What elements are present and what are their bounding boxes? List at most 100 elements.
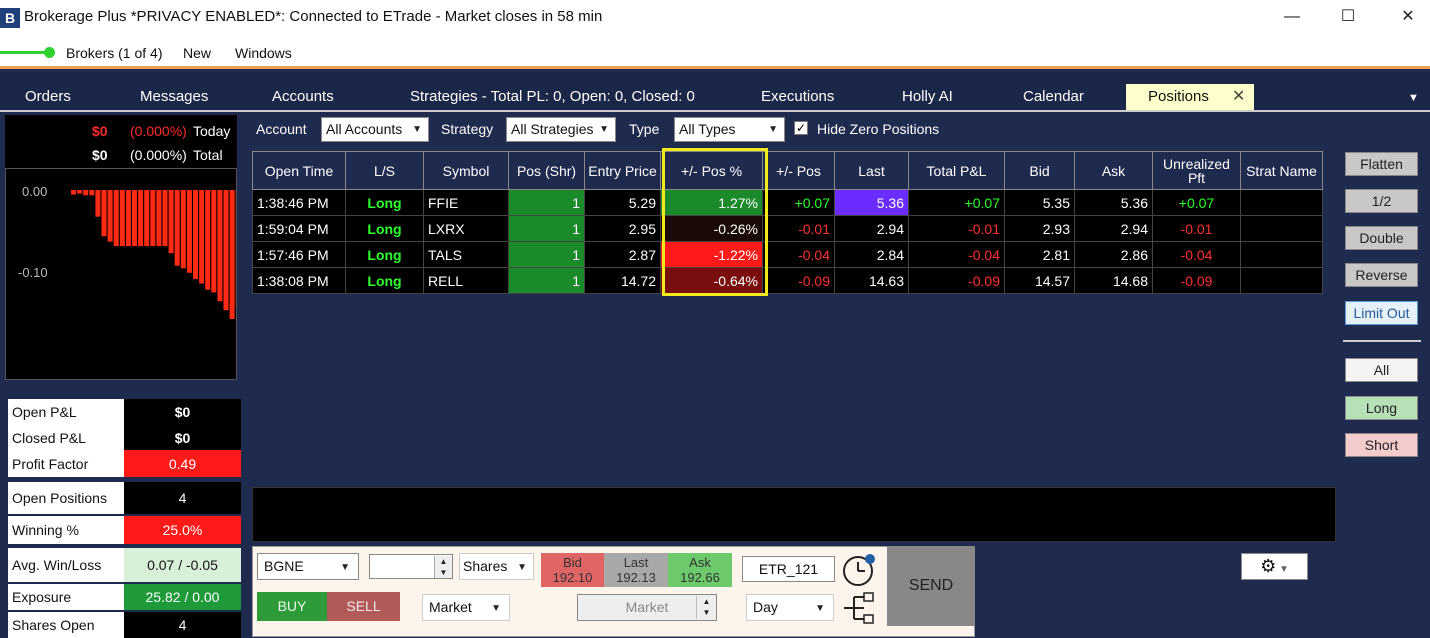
tab-orders[interactable]: Orders [25, 88, 71, 105]
cell-unreal: -0.01 [1153, 216, 1241, 242]
close-tab-icon[interactable]: ✕ [1232, 86, 1245, 106]
filter-long-button[interactable]: Long [1345, 396, 1418, 420]
account-select[interactable]: All Accounts▼ [321, 117, 429, 142]
pl-bar [187, 190, 192, 273]
quantity-stepper[interactable]: ▲▼ [369, 554, 453, 579]
order-type-select[interactable]: Market▼ [422, 594, 510, 621]
col-ask[interactable]: Ask [1075, 152, 1153, 190]
table-row[interactable]: 1:57:46 PMLongTALS12.87-1.22%-0.042.84-0… [253, 242, 1323, 268]
col-unrealized-pft[interactable]: Unrealized Pft [1153, 152, 1241, 190]
pl-bar [126, 190, 131, 246]
cell-total-pl: -0.04 [909, 242, 1005, 268]
price-value: Market [626, 599, 669, 615]
type-select[interactable]: All Types▼ [674, 117, 785, 142]
cell-total-pl: +0.07 [909, 190, 1005, 216]
tab-messages[interactable]: Messages [140, 88, 208, 105]
stat-label: Profit Factor [8, 450, 124, 477]
cell-unreal: -0.09 [1153, 268, 1241, 294]
cell-ask: 14.68 [1075, 268, 1153, 294]
tab-strategies[interactable]: Strategies - Total PL: 0, Open: 0, Close… [410, 88, 695, 105]
units-select[interactable]: Shares▼ [459, 553, 534, 580]
send-button[interactable]: SEND [887, 546, 975, 626]
tab-positions[interactable]: Positions ✕ [1126, 84, 1254, 110]
col-total-pl[interactable]: Total P&L [909, 152, 1005, 190]
stepper-arrows-icon[interactable]: ▲▼ [434, 556, 452, 578]
cell-strat [1241, 190, 1323, 216]
buy-button[interactable]: BUY [257, 592, 327, 621]
cell-pos-pct: -1.22% [661, 242, 763, 268]
pl-bar [181, 190, 186, 268]
col-pos-pct[interactable]: +/- Pos % [661, 152, 763, 190]
pl-bar [217, 190, 222, 301]
cell-pos: 1 [509, 216, 585, 242]
menu-brokers[interactable]: Brokers (1 of 4) [66, 45, 162, 61]
bracket-order-icon[interactable] [842, 591, 876, 625]
menu-new[interactable]: New [183, 45, 211, 61]
filter-all-button[interactable]: All [1345, 358, 1418, 382]
col-symbol[interactable]: Symbol [424, 152, 509, 190]
cell-unreal: -0.04 [1153, 242, 1241, 268]
cell-ask: 5.36 [1075, 190, 1153, 216]
pl-chart-svg: 0.00 -0.10 [6, 169, 236, 379]
clock-icon[interactable] [842, 553, 876, 587]
ask-quote[interactable]: Ask 192.66 [668, 553, 732, 587]
flatten-button[interactable]: Flatten [1345, 152, 1418, 176]
col-last[interactable]: Last [835, 152, 909, 190]
pl-bar [89, 190, 94, 195]
cell-unreal: +0.07 [1153, 190, 1241, 216]
message-box [252, 487, 1336, 542]
col-strat-name[interactable]: Strat Name [1241, 152, 1323, 190]
pl-bar [163, 190, 168, 246]
account-select-value: All Accounts [326, 121, 402, 137]
account-field[interactable]: ETR_121 [742, 556, 835, 582]
col-pos-shr[interactable]: Pos (Shr) [509, 152, 585, 190]
col-open-time[interactable]: Open Time [253, 152, 346, 190]
col-pos-change[interactable]: +/- Pos [763, 152, 835, 190]
col-entry-price[interactable]: Entry Price [585, 152, 661, 190]
symbol-input[interactable]: BGNE▼ [257, 553, 359, 580]
chevron-down-icon: ▼ [340, 562, 350, 573]
tab-holly-ai[interactable]: Holly AI [902, 88, 953, 105]
minimize-icon[interactable]: — [1281, 6, 1303, 28]
bid-price: 192.10 [541, 570, 604, 585]
price-stepper[interactable]: Market ▲▼ [577, 594, 717, 621]
positions-table: Open Time L/S Symbol Pos (Shr) Entry Pri… [252, 151, 1323, 294]
col-bid[interactable]: Bid [1005, 152, 1075, 190]
hide-zero-label: Hide Zero Positions [817, 121, 939, 137]
col-ls[interactable]: L/S [346, 152, 424, 190]
tab-executions[interactable]: Executions [761, 88, 834, 105]
stepper-arrows-icon[interactable]: ▲▼ [696, 596, 716, 619]
sell-button[interactable]: SELL [327, 592, 400, 621]
cell-entry: 5.29 [585, 190, 661, 216]
close-icon[interactable]: ✕ [1397, 6, 1419, 28]
stat-row: Exposure25.82 / 0.00 [8, 584, 241, 610]
stat-label: Avg. Win/Loss [8, 548, 124, 582]
bid-quote[interactable]: Bid 192.10 [541, 553, 604, 587]
reverse-button[interactable]: Reverse [1345, 263, 1418, 287]
cell-open-time: 1:38:46 PM [253, 190, 346, 216]
total-value: $0 [92, 147, 108, 163]
stat-label: Open P&L [8, 399, 124, 425]
ask-price: 192.66 [668, 570, 732, 585]
tab-accounts[interactable]: Accounts [272, 88, 334, 105]
tab-overflow-icon[interactable]: ▼ [1408, 92, 1419, 104]
strategy-select[interactable]: All Strategies▼ [506, 117, 616, 142]
settings-button[interactable]: ⚙ ▼ [1241, 553, 1308, 580]
cell-entry: 2.87 [585, 242, 661, 268]
table-row[interactable]: 1:38:08 PMLongRELL114.72-0.64%-0.0914.63… [253, 268, 1323, 294]
half-button[interactable]: 1/2 [1345, 189, 1418, 213]
maximize-icon[interactable]: ☐ [1337, 6, 1359, 28]
stat-value: 4 [124, 482, 241, 514]
cell-last: 5.36 [835, 190, 909, 216]
double-button[interactable]: Double [1345, 226, 1418, 250]
stat-value: 0.07 / -0.05 [124, 548, 241, 582]
time-in-force-select[interactable]: Day▼ [746, 594, 834, 621]
menu-windows[interactable]: Windows [235, 45, 292, 61]
filter-short-button[interactable]: Short [1345, 433, 1418, 457]
cell-entry: 14.72 [585, 268, 661, 294]
table-row[interactable]: 1:38:46 PMLongFFIE15.291.27%+0.075.36+0.… [253, 190, 1323, 216]
table-row[interactable]: 1:59:04 PMLongLXRX12.95-0.26%-0.012.94-0… [253, 216, 1323, 242]
hide-zero-checkbox[interactable]: ✓ [794, 121, 808, 135]
limit-out-button[interactable]: Limit Out [1345, 301, 1418, 325]
tab-calendar[interactable]: Calendar [1023, 88, 1084, 105]
